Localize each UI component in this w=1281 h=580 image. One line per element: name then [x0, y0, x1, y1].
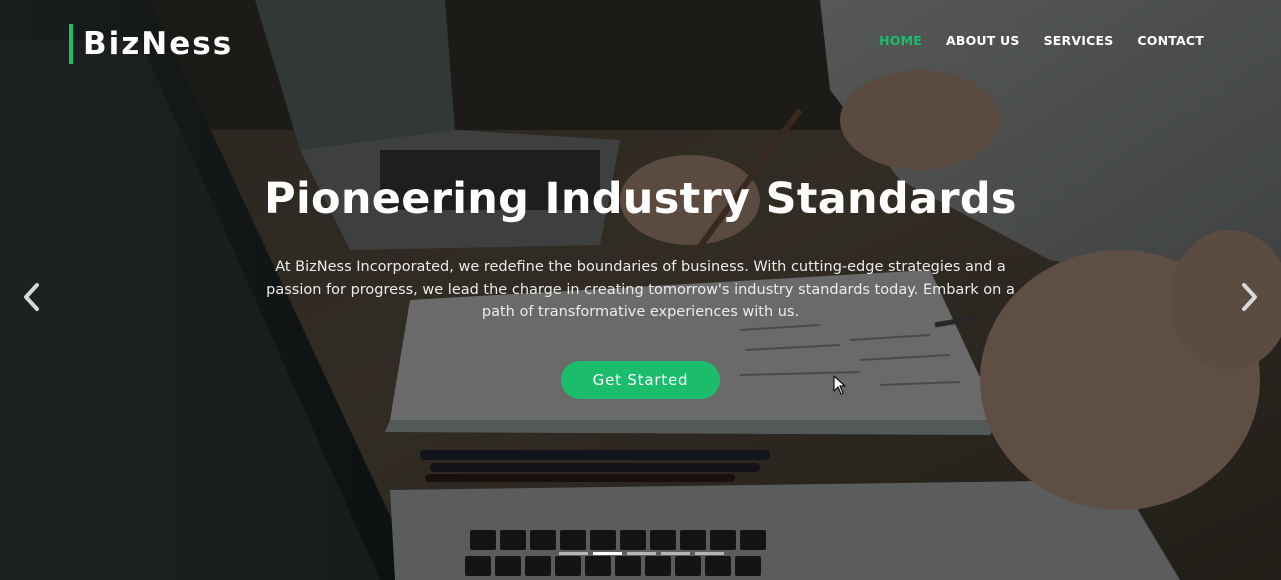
carousel-indicator-5[interactable] — [695, 552, 724, 555]
nav-item-services[interactable]: SERVICES — [1044, 32, 1114, 50]
get-started-button[interactable]: Get Started — [561, 361, 720, 399]
chevron-right-icon — [1242, 283, 1257, 311]
hero-description: At BizNess Incorporated, we redefine the… — [266, 259, 1015, 320]
brand-name: BizNess — [83, 26, 234, 62]
hero-carousel: BizNess HOME ABOUT US SERVICES CONTACT P… — [0, 0, 1281, 580]
carousel-indicators — [559, 552, 724, 555]
logo-accent-bar — [69, 24, 73, 64]
nav-item-home[interactable]: HOME — [879, 32, 922, 50]
carousel-indicator-4[interactable] — [661, 552, 690, 555]
carousel-indicator-1[interactable] — [559, 552, 588, 555]
nav-item-about-us[interactable]: ABOUT US — [946, 32, 1020, 50]
carousel-prev-button[interactable] — [16, 280, 46, 314]
carousel-indicator-2[interactable] — [593, 552, 622, 555]
main-nav: HOME ABOUT US SERVICES CONTACT — [879, 32, 1204, 50]
carousel-indicator-3[interactable] — [627, 552, 656, 555]
chevron-left-icon — [24, 283, 39, 311]
brand-logo[interactable]: BizNess — [69, 24, 233, 64]
mouse-cursor-icon — [833, 375, 846, 395]
hero-headline: Pioneering Industry Standards — [264, 174, 1017, 224]
carousel-next-button[interactable] — [1235, 280, 1265, 314]
nav-item-contact[interactable]: CONTACT — [1137, 32, 1204, 50]
site-header: BizNess HOME ABOUT US SERVICES CONTACT — [0, 0, 1281, 88]
